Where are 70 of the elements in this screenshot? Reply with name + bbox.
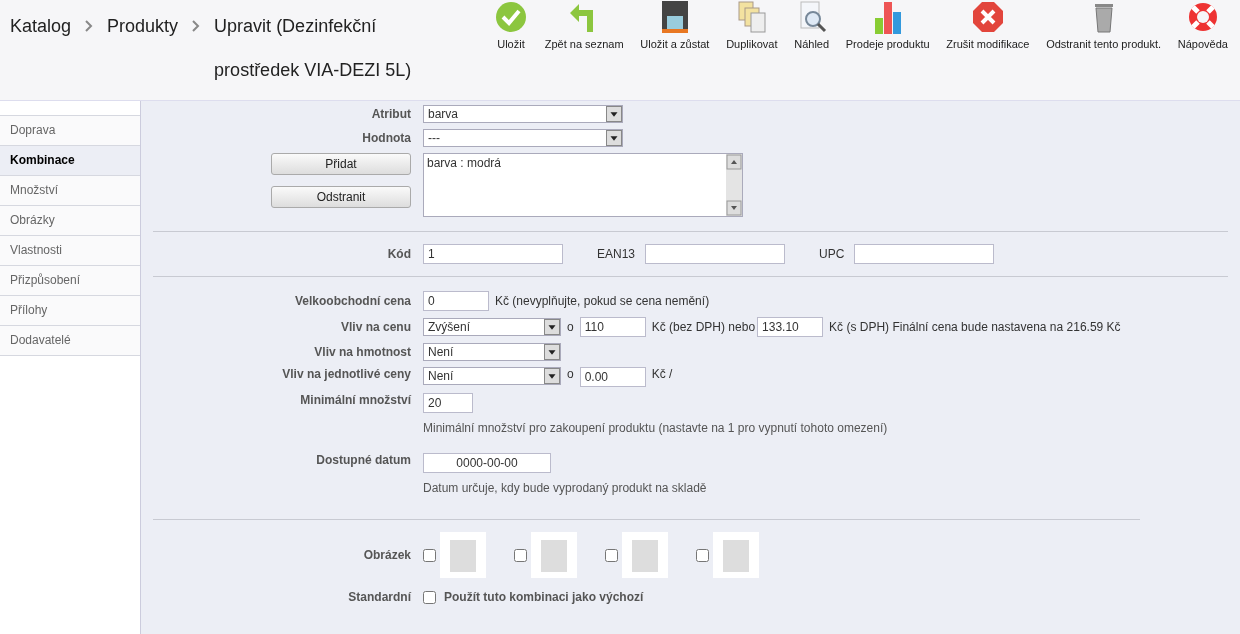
photo-placeholder (713, 532, 759, 578)
field-label: EAN13 (597, 247, 636, 261)
toolbar-button[interactable]: Náhled (790, 0, 834, 50)
checkbox[interactable] (514, 548, 527, 562)
photo-placeholder (440, 532, 486, 578)
toolbar-button[interactable]: Uložit (490, 0, 532, 50)
sidebar-item[interactable]: Doprava (0, 115, 140, 146)
text-input[interactable]: 1 (423, 244, 563, 264)
field-label: Atribut (370, 107, 412, 121)
sidebar-item[interactable]: Obrázky (0, 206, 140, 236)
breadcrumb-link[interactable]: Katalog (10, 4, 72, 48)
field-label: UPC (819, 247, 845, 261)
field-label: Obrázek (362, 548, 412, 562)
checkbox-label: Použít tuto kombinaci jako výchozí (444, 590, 644, 604)
toolbar-button[interactable]: Nápověda (1173, 0, 1232, 50)
sidebar-item[interactable]: Množství (0, 176, 140, 206)
field-label: Kód (386, 247, 412, 261)
field-label: Standardní (347, 590, 412, 604)
field-label: Dostupné datum (315, 453, 412, 467)
text-input[interactable]: 0 (423, 291, 489, 311)
sidebar-item[interactable]: Vlastnosti (0, 236, 140, 266)
select-field[interactable]: Zvýšení (423, 318, 561, 336)
field-label: Minimální množství (299, 393, 412, 407)
checkbox[interactable] (423, 590, 436, 604)
action-button[interactable]: Odstranit (271, 186, 411, 208)
help-text: Datum určuje, kdy bude vyprodaný produkt na skladě (423, 481, 708, 495)
field-label: Vliv na cenu (339, 320, 412, 334)
date-input[interactable]: 0000-00-00 (423, 453, 551, 473)
unit-text: o (567, 367, 574, 381)
field-label: Vliv na hmotnost (313, 345, 412, 359)
breadcrumb-link[interactable]: Produkty (107, 4, 179, 48)
toolbar-button[interactable]: Uložit a zůstat (636, 0, 714, 50)
scrollbar-drawing[interactable] (726, 154, 742, 216)
photo-placeholder (531, 532, 577, 578)
select-field[interactable]: barva (423, 105, 623, 123)
sidebar-item[interactable]: Kombinace (0, 146, 140, 176)
text-input[interactable]: 20 (423, 393, 473, 413)
toolbar-button[interactable]: Zpět na seznam (540, 0, 628, 50)
unit-text: Kč (s DPH) Finální cena bude nastavena na 216.59 Kč (829, 320, 1121, 334)
unit-text: o (567, 320, 574, 334)
toolbar-button[interactable]: Zrušit modifikace (942, 0, 1034, 50)
text-input[interactable]: 0.00 (579, 367, 646, 387)
toolbar-button[interactable]: Prodeje produktu (841, 0, 934, 50)
select-field[interactable]: --- (423, 129, 623, 147)
checkbox[interactable] (605, 548, 618, 562)
text-input[interactable] (854, 244, 995, 264)
checkbox[interactable] (696, 548, 709, 562)
breadcrumb-link[interactable]: Upravit (Dezinfekční prostředek VIA-DEZI 5L) (214, 4, 465, 92)
unit-text: Kč (nevyplňujte, pokud se cena nemění) (495, 294, 710, 308)
select-field[interactable]: Není (423, 367, 561, 385)
photo-placeholder (622, 532, 668, 578)
toolbar-button[interactable]: Odstranit tento produkt. (1042, 0, 1166, 50)
checkbox[interactable] (423, 548, 436, 562)
text-input[interactable]: 133.10 (757, 317, 824, 337)
combination-list[interactable]: barva : modrá (423, 153, 743, 217)
text-input[interactable] (645, 244, 786, 264)
field-label: Velkoobchodní cena (293, 294, 412, 308)
text-input[interactable]: 110 (579, 317, 646, 337)
unit-text: Kč (bez DPH) nebo (651, 320, 756, 334)
unit-text: Kč / (651, 367, 673, 381)
help-text: Minimální množství pro zakoupení produktu (nastavte na 1 pro vypnutí tohoto omezení) (423, 421, 889, 435)
action-button[interactable]: Přidat (271, 153, 411, 175)
field-label: Hodnota (361, 131, 412, 145)
sidebar-item[interactable]: Přílohy (0, 296, 140, 326)
toolbar-button[interactable]: Duplikovat (722, 0, 782, 50)
select-field[interactable]: Není (423, 343, 561, 361)
field-label: Vliv na jednotlivé ceny (281, 367, 412, 381)
sidebar-item[interactable]: Přizpůsobení (0, 266, 140, 296)
sidebar-item[interactable]: Dodavatelé (0, 326, 140, 356)
list-option[interactable]: barva : modrá (427, 156, 502, 170)
